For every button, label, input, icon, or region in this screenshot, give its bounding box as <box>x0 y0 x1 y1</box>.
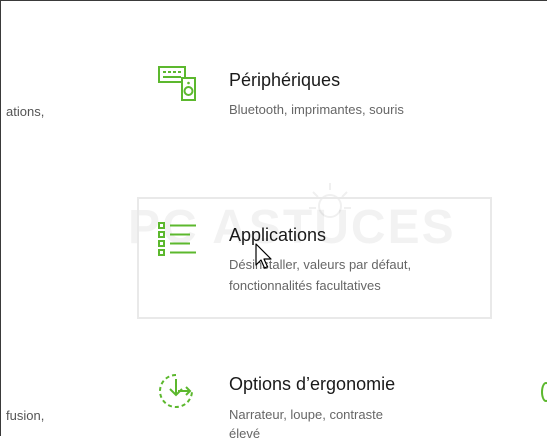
clipped-left-text-3: fusion, <box>6 408 45 423</box>
tile-desc: Bluetooth, imprimantes, souris <box>229 102 404 117</box>
mouse-pointer-icon <box>255 243 272 269</box>
clipped-right-icon <box>541 382 547 402</box>
tile-title: Options d’ergonomie <box>229 374 396 394</box>
tile-title: Applications <box>229 225 327 245</box>
tile-applications[interactable]: Applications Désinstaller, valeurs par d… <box>150 215 490 305</box>
tile-desc-line-2: fonctionnalités facultatives <box>229 278 381 293</box>
clipped-left-text-1: ations, <box>6 104 45 119</box>
list-icon <box>158 222 196 256</box>
tile-title: Périphériques <box>229 70 341 90</box>
tile-desc-line-2: élevé <box>229 426 261 441</box>
window-left-border <box>0 0 1 436</box>
keyboard-speaker-icon <box>158 66 196 101</box>
tile-peripheriques[interactable]: Périphériques Bluetooth, imprimantes, so… <box>150 60 490 130</box>
window-top-border <box>0 0 547 1</box>
tile-desc-line-1: Narrateur, loupe, contraste <box>229 407 383 422</box>
tile-ergonomie[interactable]: Options d’ergonomie Narrateur, loupe, co… <box>150 368 490 441</box>
ease-of-access-icon <box>159 374 193 408</box>
